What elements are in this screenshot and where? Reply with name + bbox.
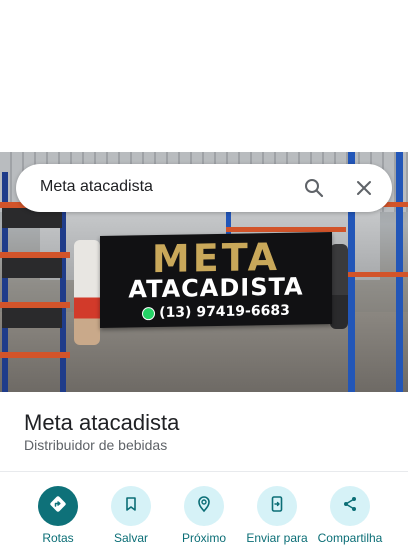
bookmark-icon [122,495,140,518]
photo-person-left [74,240,100,345]
map-blank-area [0,0,408,152]
banner-phone-row: (13) 97419-6683 [100,302,332,322]
search-bar[interactable]: Meta atacadista [16,164,392,212]
banner-phone: (13) 97419-6683 [159,302,290,321]
place-title: Meta atacadista [24,410,180,435]
share-icon [341,495,359,518]
place-info-panel: Meta atacadista Distribuidor de bebidas … [0,392,408,545]
action-bar: Rotas Salvar Próximo Enviar para Compart… [0,486,408,545]
search-icon[interactable] [302,176,326,200]
photo-banner: META ATACADISTA (13) 97419-6683 [100,231,332,329]
directions-icon [48,494,68,519]
place-category: Distribuidor de bebidas [24,437,168,453]
divider [0,471,408,472]
share-label: Compartilha [317,531,383,545]
send-to-phone-icon [268,495,286,518]
share-button[interactable]: Compartilha [312,486,388,545]
photo-person-right [330,244,348,329]
whatsapp-icon [142,306,156,320]
close-icon[interactable] [352,176,376,200]
nearby-icon [194,494,214,519]
banner-text-atacadista: ATACADISTA [128,272,304,304]
search-input[interactable]: Meta atacadista [40,178,153,196]
